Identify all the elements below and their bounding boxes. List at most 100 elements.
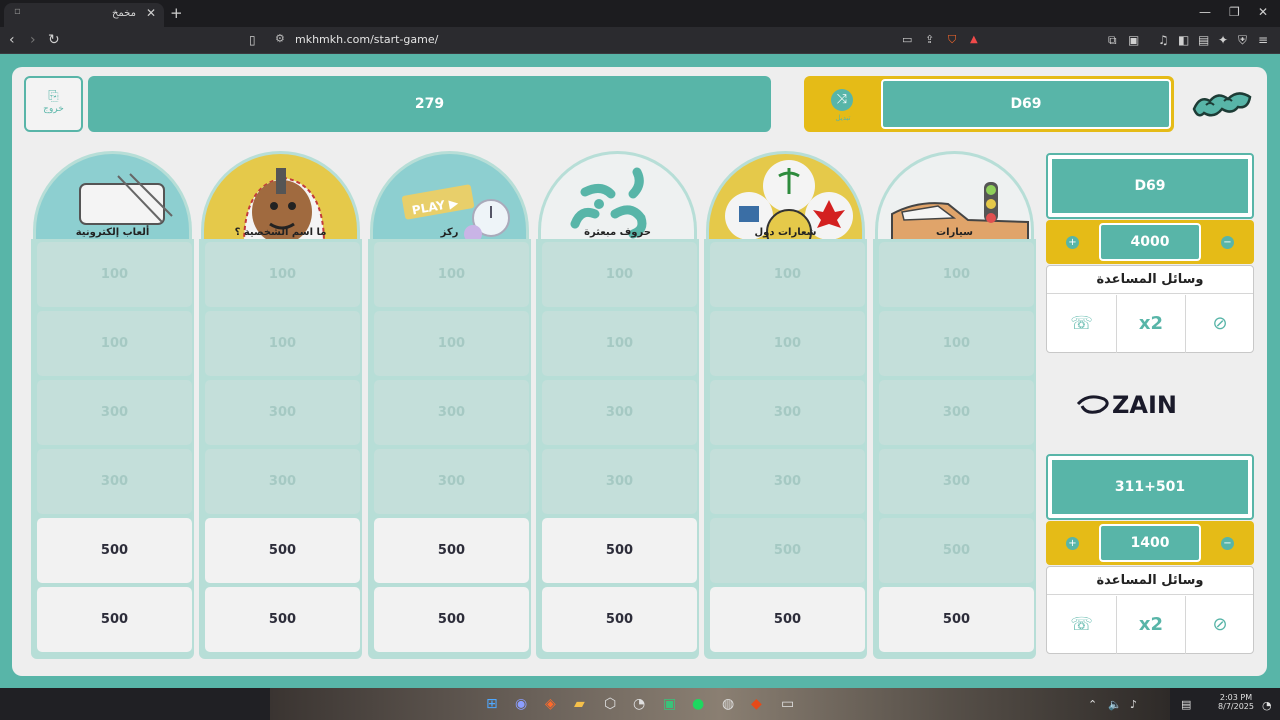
- volume-icon[interactable]: 🔈: [1108, 698, 1122, 711]
- excel-icon[interactable]: ▣: [663, 696, 676, 712]
- mic-icon[interactable]: ♪: [1130, 698, 1137, 711]
- exit-button[interactable]: ⎘ خروج: [24, 76, 83, 132]
- question-cell[interactable]: 500: [542, 587, 697, 652]
- question-cell[interactable]: 300: [374, 380, 529, 445]
- tab-close-icon[interactable]: ✕: [146, 6, 156, 20]
- team2-plus-icon[interactable]: +: [1066, 537, 1079, 550]
- question-cell[interactable]: 300: [205, 380, 360, 445]
- site-info-icon[interactable]: ⚙: [275, 32, 285, 45]
- tab-title: مخمخ: [111, 8, 136, 19]
- sponsor-name: ZAIN: [1112, 391, 1177, 419]
- unity-icon[interactable]: ⬡: [604, 696, 616, 712]
- question-cell[interactable]: 300: [37, 380, 192, 445]
- score-bar: 279: [88, 76, 771, 132]
- share-icon[interactable]: ⇪: [925, 31, 934, 49]
- network-icon[interactable]: ▤: [1181, 698, 1191, 711]
- question-cell[interactable]: 100: [542, 242, 697, 307]
- question-cell[interactable]: 500: [710, 518, 865, 583]
- wallet-icon[interactable]: ▤: [1198, 31, 1209, 49]
- question-cell[interactable]: 500: [205, 587, 360, 652]
- question-cell[interactable]: 300: [710, 449, 865, 514]
- question-cell[interactable]: 300: [879, 380, 1034, 445]
- question-cell[interactable]: 100: [374, 242, 529, 307]
- category-column: ألعاب إلكترونية 100 100 300 300 500 500: [31, 151, 194, 659]
- question-cell[interactable]: 100: [374, 311, 529, 376]
- brave-icon[interactable]: ◈: [545, 696, 556, 712]
- question-cell[interactable]: 500: [879, 587, 1034, 652]
- team1-score: 4000: [1099, 223, 1201, 261]
- file-explorer-icon[interactable]: ▰: [574, 696, 585, 712]
- question-cell[interactable]: 100: [542, 311, 697, 376]
- team1-plus-icon[interactable]: +: [1066, 236, 1079, 249]
- team1-minus-icon[interactable]: −: [1221, 236, 1234, 249]
- vpn-icon[interactable]: ⛨: [1238, 31, 1247, 49]
- forward-icon[interactable]: ›: [30, 31, 36, 49]
- restore-icon[interactable]: ❐: [1229, 5, 1240, 19]
- tray-chevron-icon[interactable]: ⌃: [1088, 698, 1097, 711]
- question-cell[interactable]: 500: [879, 518, 1034, 583]
- question-cell[interactable]: 300: [374, 449, 529, 514]
- question-cell[interactable]: 100: [37, 242, 192, 307]
- question-cell[interactable]: 100: [879, 311, 1034, 376]
- panel-icon[interactable]: ◧: [1178, 31, 1189, 49]
- question-cell[interactable]: 100: [710, 311, 865, 376]
- call-friend-icon[interactable]: ☏: [1047, 596, 1116, 654]
- question-cell[interactable]: 100: [710, 242, 865, 307]
- start-icon[interactable]: ⊞: [486, 696, 498, 712]
- ai-icon[interactable]: ✦: [1218, 31, 1228, 49]
- extensions-icon[interactable]: ⧉: [1108, 31, 1117, 49]
- system-clock[interactable]: 2:03 PM 8/7/2025: [1218, 693, 1254, 711]
- question-cell[interactable]: 500: [374, 518, 529, 583]
- question-cell[interactable]: 300: [542, 380, 697, 445]
- menu-icon[interactable]: ≡: [1258, 31, 1268, 49]
- spotify-icon[interactable]: ●: [692, 696, 704, 712]
- team1-aids: وسائل المساعدة ☏ x2 ⊘: [1046, 265, 1254, 353]
- bookmark-icon[interactable]: ▯: [249, 31, 256, 49]
- question-cell[interactable]: 300: [205, 449, 360, 514]
- terminal-icon[interactable]: ▭: [781, 696, 794, 712]
- team2-minus-icon[interactable]: −: [1221, 537, 1234, 550]
- question-cell[interactable]: 100: [879, 242, 1034, 307]
- window-close-icon[interactable]: ✕: [1258, 5, 1268, 19]
- category-column: PLAY ▶ ركز 100 100 300 300 500 500: [368, 151, 531, 659]
- sidebar-toggle-icon[interactable]: ▣: [1128, 31, 1139, 49]
- brave-shield-icon[interactable]: ⛉: [948, 31, 956, 49]
- steam-icon[interactable]: ◍: [722, 696, 734, 712]
- music-icon[interactable]: ♫: [1158, 31, 1169, 49]
- browser-tab[interactable]: ▫ مخمخ ✕: [4, 3, 164, 27]
- question-cell[interactable]: 500: [542, 518, 697, 583]
- question-cell[interactable]: 100: [205, 242, 360, 307]
- question-cell[interactable]: 100: [205, 311, 360, 376]
- speed-icon[interactable]: ◔: [633, 696, 645, 712]
- call-friend-icon[interactable]: ☏: [1047, 295, 1116, 353]
- question-cell[interactable]: 500: [37, 587, 192, 652]
- brave-rewards-icon[interactable]: ▲: [970, 31, 978, 49]
- cast-icon[interactable]: ▭: [902, 31, 912, 49]
- question-cell[interactable]: 300: [37, 449, 192, 514]
- app-icon[interactable]: ◆: [751, 696, 762, 712]
- switch-turn-icon[interactable]: ⤨: [831, 89, 853, 111]
- question-cell[interactable]: 500: [37, 518, 192, 583]
- exit-label: خروج: [43, 104, 64, 114]
- double-points-icon[interactable]: x2: [1116, 596, 1185, 654]
- question-cell[interactable]: 500: [205, 518, 360, 583]
- question-cell[interactable]: 100: [37, 311, 192, 376]
- team2-aids-title: وسائل المساعدة: [1047, 567, 1253, 595]
- skip-icon[interactable]: ⊘: [1185, 596, 1254, 654]
- discord-icon[interactable]: ◉: [515, 696, 527, 712]
- question-cell[interactable]: 300: [710, 380, 865, 445]
- notification-icon[interactable]: ◔: [1262, 699, 1272, 712]
- question-cell[interactable]: 300: [879, 449, 1034, 514]
- double-points-icon[interactable]: x2: [1116, 295, 1185, 353]
- minimize-icon[interactable]: —: [1199, 5, 1211, 19]
- reload-icon[interactable]: ↻: [48, 31, 60, 49]
- address-bar[interactable]: ⚙ mkhmkh.com/start-game/: [270, 30, 990, 51]
- category-column: ما اسم الشخصية ؟ 100 100 300 300 500 500: [199, 151, 362, 659]
- question-cell[interactable]: 300: [542, 449, 697, 514]
- skip-icon[interactable]: ⊘: [1185, 295, 1254, 353]
- category-title: سيارات: [936, 227, 973, 238]
- new-tab-icon[interactable]: +: [170, 4, 183, 22]
- question-cell[interactable]: 500: [374, 587, 529, 652]
- question-cell[interactable]: 500: [710, 587, 865, 652]
- back-icon[interactable]: ‹: [9, 31, 15, 49]
